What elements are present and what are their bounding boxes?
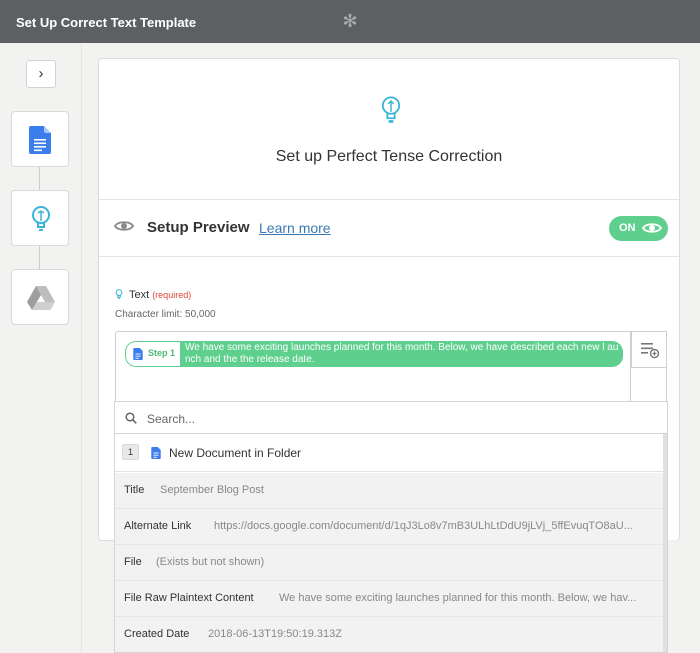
step-connector — [39, 167, 40, 190]
field-option-value: (Exists but not shown) — [156, 556, 265, 568]
title-bar: Set Up Correct Text Template ✻ — [0, 0, 700, 43]
setup-preview-toggle[interactable]: ON — [609, 216, 668, 241]
chevron-right-icon: › — [38, 65, 44, 82]
insert-field-icon — [641, 343, 660, 359]
text-input-field[interactable]: Step 1 We have some exciting launches pl… — [115, 331, 631, 403]
field-option-value: 2018-06-13T19:50:19.313Z — [208, 628, 342, 640]
sidebar-step-google-drive[interactable] — [11, 269, 69, 325]
required-marker: (required) — [152, 290, 192, 300]
lightbulb-icon — [32, 206, 50, 231]
google-docs-icon — [29, 126, 51, 154]
field-option-key: Created Date — [124, 628, 190, 640]
dropdown-search — [115, 401, 667, 434]
sidebar: › — [0, 43, 82, 653]
field-option-value: https://docs.google.com/document/d/1qJ3L… — [214, 520, 633, 532]
field-option-row[interactable]: Alternate Link https://docs.google.com/d… — [115, 509, 667, 545]
step-group-name: New Document in Folder — [169, 446, 302, 460]
insert-field-button[interactable] — [631, 331, 667, 368]
divider — [99, 199, 679, 200]
step-token[interactable]: Step 1 We have some exciting launches pl… — [125, 341, 623, 367]
field-option-row[interactable]: Title September Blog Post — [115, 473, 667, 509]
field-option-key: File — [124, 556, 142, 568]
google-docs-icon — [133, 348, 143, 360]
field-option-key: File Raw Plaintext Content — [124, 592, 254, 604]
eye-icon — [642, 223, 662, 233]
sidebar-toggle-button[interactable]: › — [26, 60, 56, 88]
search-input[interactable] — [147, 409, 647, 429]
text-input-field-edge — [631, 368, 667, 403]
field-option-value: September Blog Post — [160, 484, 264, 496]
background-edge — [668, 540, 700, 653]
eye-icon — [114, 221, 134, 231]
sidebar-step-perfect-tense[interactable] — [11, 190, 69, 246]
step-group-header: 1 New Document in Folder — [115, 434, 667, 472]
step-token-tag: Step 1 — [126, 342, 180, 366]
field-picker-dropdown: 1 New Document in Folder Title September… — [114, 401, 668, 653]
step-token-value: We have some exciting launches planned f… — [185, 342, 619, 365]
learn-more-link[interactable]: Learn more — [259, 220, 331, 236]
google-drive-icon — [27, 286, 55, 310]
setup-preview-label: Setup Preview — [147, 219, 250, 236]
field-option-key: Title — [124, 484, 145, 496]
lightbulb-icon — [115, 289, 123, 300]
step-number-badge: 1 — [122, 444, 139, 460]
toggle-state-label: ON — [619, 222, 636, 234]
text-field-label: Text (required) — [115, 289, 191, 301]
field-option-value: We have some exciting launches planned f… — [279, 592, 637, 604]
field-option-row[interactable]: File (Exists but not shown) — [115, 545, 667, 581]
field-label-text: Text — [129, 289, 150, 301]
character-limit: Character limit: 50,000 — [115, 309, 216, 320]
step-title: Set up Perfect Tense Correction — [275, 148, 503, 165]
field-option-row[interactable]: Created Date 2018-06-13T19:50:19.313Z — [115, 617, 667, 652]
spinner-icon: ✻ — [342, 11, 358, 31]
search-icon — [125, 412, 137, 424]
sidebar-step-google-docs[interactable] — [11, 111, 69, 167]
window-title: Set Up Correct Text Template — [16, 15, 197, 30]
step-token-label: Step 1 — [148, 348, 176, 358]
field-option-key: Alternate Link — [124, 520, 192, 532]
divider — [99, 256, 679, 257]
perfect-tense-logo-icon — [381, 96, 401, 123]
step-connector — [39, 246, 40, 269]
field-option-row[interactable]: File Raw Plaintext Content We have some … — [115, 581, 667, 617]
google-docs-icon — [151, 447, 161, 459]
